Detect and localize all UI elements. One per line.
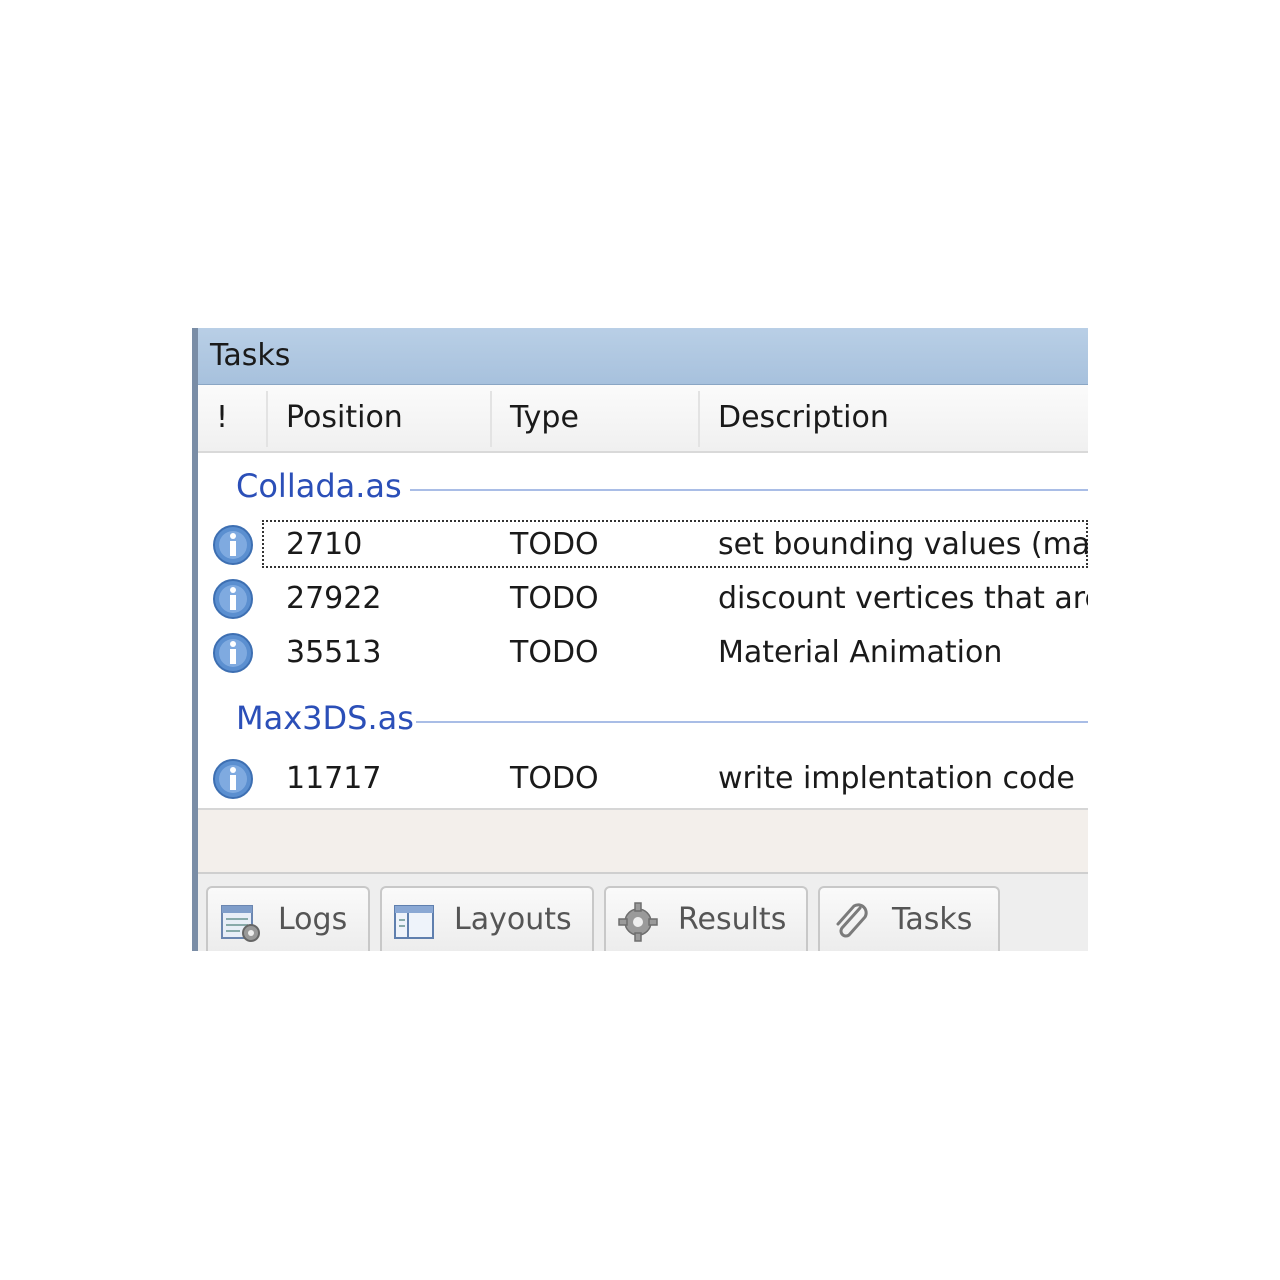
file-group-header[interactable]: Collada.as bbox=[198, 462, 1088, 512]
file-group-header[interactable]: Max3DS.as bbox=[198, 694, 1088, 744]
bottom-tab-bar: Logs Layouts Results Tasks bbox=[198, 872, 1088, 951]
info-icon bbox=[213, 525, 253, 565]
task-type: TODO bbox=[510, 635, 599, 670]
info-icon bbox=[213, 759, 253, 799]
panel-title: Tasks bbox=[210, 338, 291, 373]
task-description: set bounding values (max bbox=[718, 527, 1088, 562]
layouts-icon bbox=[394, 905, 434, 939]
column-header-description[interactable]: Description bbox=[700, 385, 1088, 451]
task-position: 11717 bbox=[286, 761, 382, 796]
tab-layouts[interactable]: Layouts bbox=[380, 886, 594, 951]
task-type: TODO bbox=[510, 527, 599, 562]
tab-logs-label: Logs bbox=[278, 902, 348, 937]
task-row[interactable]: 35513 TODO Material Animation bbox=[198, 626, 1088, 680]
tab-tasks-label: Tasks bbox=[892, 902, 973, 937]
list-empty-area bbox=[198, 808, 1088, 872]
logs-icon bbox=[221, 905, 260, 942]
tasks-panel: Tasks ! Position Type Description Collad… bbox=[192, 328, 1088, 951]
group-divider bbox=[410, 489, 1088, 491]
column-header-type[interactable]: Type bbox=[492, 385, 698, 451]
panel-titlebar[interactable]: Tasks bbox=[198, 328, 1088, 385]
task-type: TODO bbox=[510, 761, 599, 796]
task-position: 35513 bbox=[286, 635, 382, 670]
tab-logs[interactable]: Logs bbox=[206, 886, 370, 951]
task-row[interactable]: 27922 TODO discount vertices that are bbox=[198, 572, 1088, 626]
column-header-position[interactable]: Position bbox=[268, 385, 490, 451]
group-divider bbox=[416, 721, 1088, 723]
column-header-row: ! Position Type Description bbox=[198, 385, 1088, 453]
task-row[interactable]: 2710 TODO set bounding values (max bbox=[198, 518, 1088, 572]
info-icon bbox=[213, 579, 253, 619]
file-group-label: Max3DS.as bbox=[236, 699, 414, 737]
gear-icon bbox=[618, 902, 658, 942]
tab-results[interactable]: Results bbox=[604, 886, 808, 951]
paperclip-icon bbox=[836, 903, 868, 938]
task-description: discount vertices that are bbox=[718, 581, 1088, 616]
tab-results-label: Results bbox=[678, 902, 787, 937]
task-description: write implentation code bbox=[718, 761, 1075, 796]
tab-layouts-label: Layouts bbox=[454, 902, 572, 937]
info-icon bbox=[213, 633, 253, 673]
column-header-priority[interactable]: ! bbox=[198, 385, 266, 451]
task-row[interactable]: 11717 TODO write implentation code bbox=[198, 752, 1088, 806]
task-type: TODO bbox=[510, 581, 599, 616]
tab-tasks[interactable]: Tasks bbox=[818, 886, 1000, 951]
task-description: Material Animation bbox=[718, 635, 1003, 670]
file-group-label: Collada.as bbox=[236, 467, 402, 505]
task-position: 27922 bbox=[286, 581, 382, 616]
task-position: 2710 bbox=[286, 527, 363, 562]
